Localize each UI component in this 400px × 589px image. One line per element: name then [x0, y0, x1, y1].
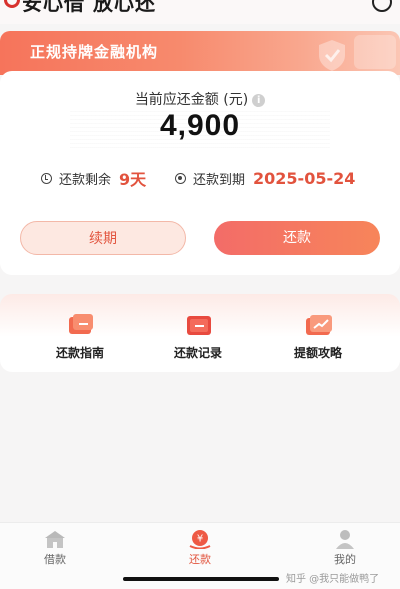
nav-item-borrow[interactable]: 借款	[15, 523, 95, 573]
nav-label: 我的	[334, 553, 356, 566]
watermark: 知乎 @我只能做鸭了	[286, 574, 380, 585]
menu-item-limit[interactable]: 提额攻略	[268, 294, 368, 372]
svg-text:¥: ¥	[197, 534, 203, 545]
renew-button[interactable]: 续期	[20, 221, 186, 255]
top-header: 安心借 放心还	[0, 0, 400, 24]
menu-item-label: 提额攻略	[293, 346, 342, 360]
licensed-banner: 正规持牌金融机构	[0, 31, 400, 75]
repayment-card: 当前应还金额 (元) i 4,900 还款剩余 9天 还款到期 2025-05-2…	[0, 71, 400, 275]
banner-decoration	[354, 35, 396, 69]
info-icon[interactable]: i	[252, 93, 266, 107]
nav-label: 借款	[44, 553, 66, 566]
due-value: 2025-05-24	[253, 168, 356, 188]
app-slogan: 安心借 放心还	[22, 0, 156, 15]
due-label: 还款到期	[193, 172, 246, 188]
home-indicator[interactable]	[123, 577, 279, 581]
logo-icon	[4, 0, 20, 8]
record-icon	[187, 316, 211, 335]
customer-service-icon[interactable]	[372, 0, 392, 12]
menu-item-label: 还款指南	[55, 346, 104, 360]
remaining-days-row: 还款剩余 9天	[41, 168, 147, 189]
home-icon	[45, 531, 65, 548]
amount-label-row: 当前应还金额 (元) i	[0, 89, 400, 109]
calendar-icon	[175, 172, 186, 184]
user-icon	[336, 530, 354, 549]
nav-item-mine[interactable]: 我的	[305, 523, 385, 573]
guide-icon	[69, 314, 93, 334]
remaining-label: 还款剩余	[59, 172, 112, 188]
quick-menu: 还款指南 还款记录 提额攻略	[0, 294, 400, 372]
nav-label: 还款	[189, 553, 211, 566]
nav-item-repay[interactable]: ¥ 还款	[160, 523, 240, 573]
amount-label: 当前应还金额 (元)	[134, 92, 249, 108]
menu-item-label: 还款记录	[173, 346, 222, 360]
remaining-value: 9天	[119, 170, 147, 189]
banner-text: 正规持牌金融机构	[30, 43, 159, 61]
amount-value: 4,900	[159, 109, 241, 142]
repay-button[interactable]: 还款	[214, 221, 380, 255]
shield-icon	[319, 40, 345, 71]
limit-up-icon	[306, 315, 332, 335]
yuan-icon: ¥	[189, 530, 211, 549]
due-date-row: 还款到期 2025-05-24	[175, 168, 355, 188]
menu-item-guide[interactable]: 还款指南	[30, 294, 130, 372]
menu-item-record[interactable]: 还款记录	[148, 294, 248, 372]
clock-icon	[41, 172, 52, 184]
